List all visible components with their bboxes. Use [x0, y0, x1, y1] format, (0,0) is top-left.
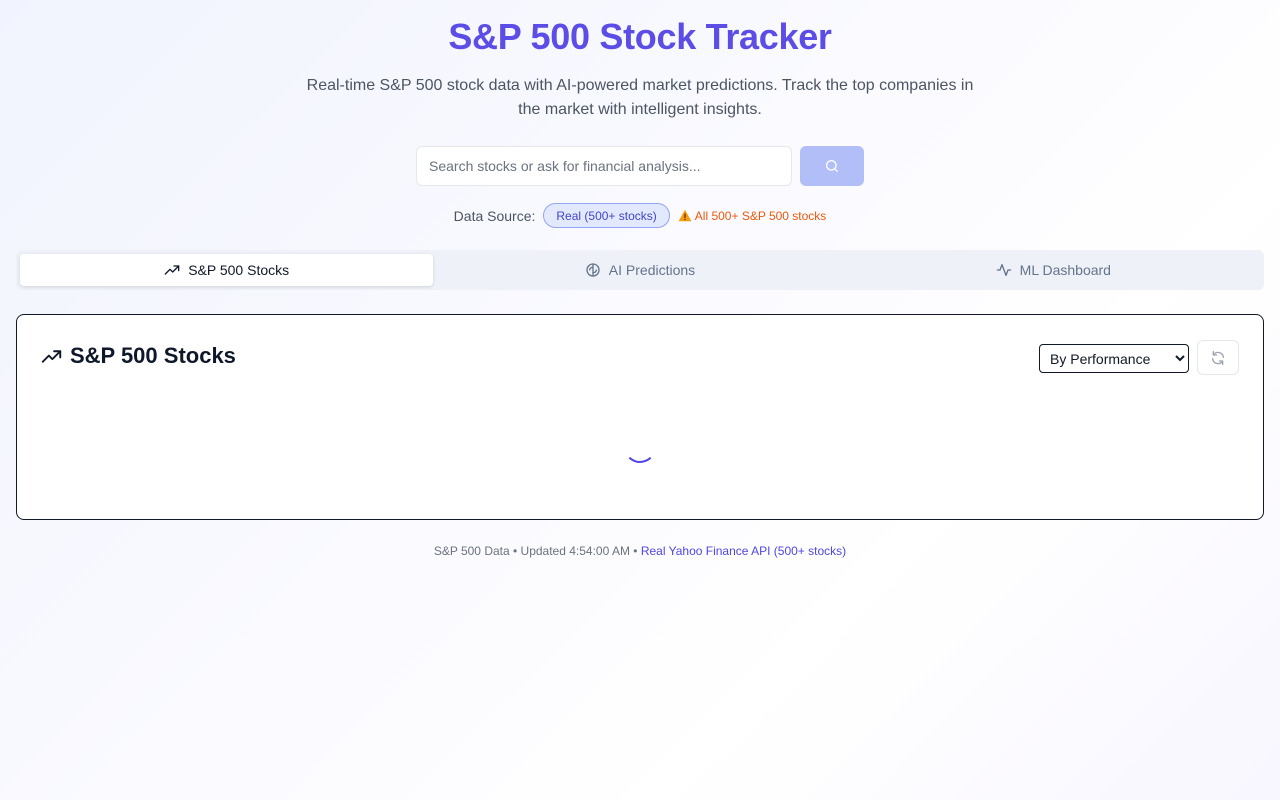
tab-ai-predictions[interactable]: AI Predictions — [433, 254, 846, 286]
warning-icon — [678, 209, 692, 222]
search-icon — [826, 160, 838, 172]
sort-select[interactable]: By Performance — [1039, 344, 1189, 373]
page-title: S&P 500 Stock Tracker — [448, 16, 832, 57]
data-source-note: All 500+ S&P 500 stocks — [678, 208, 827, 223]
brain-icon — [586, 263, 600, 277]
page-subtitle: Real-time S&P 500 stock data with AI-pow… — [306, 77, 974, 118]
data-source-badge[interactable]: Real (500+ stocks) — [543, 203, 670, 228]
refresh-icon — [1212, 350, 1224, 365]
data-source-row: Data Source: Real (500+ stocks) All 500+… — [0, 203, 1280, 228]
tab-sp500-stocks[interactable]: S&P 500 Stocks — [20, 254, 434, 286]
data-source-note-text: All 500+ S&P 500 stocks — [694, 208, 827, 223]
panel-title: S&P 500 Stocks — [41, 343, 236, 369]
trending-up-icon — [164, 265, 180, 275]
search-bar — [0, 146, 1280, 186]
tab-ml-dashboard[interactable]: ML Dashboard — [847, 254, 1260, 286]
footer-data-source-link[interactable]: Real Yahoo Finance API (500+ stocks) — [641, 544, 846, 558]
panel-title-text: S&P 500 Stocks — [70, 343, 236, 368]
page-header: S&P 500 Stock Tracker Real-time S&P 500 … — [0, 0, 1280, 228]
tab-bar: S&P 500 Stocks AI Predictions ML Dashboa… — [16, 250, 1264, 290]
tab-label: S&P 500 Stocks — [188, 262, 290, 278]
footer: S&P 500 Data • Updated 4:54:00 AM • Real… — [0, 544, 1280, 558]
tab-label: AI Predictions — [608, 262, 696, 278]
refresh-button[interactable] — [1197, 340, 1239, 375]
tab-label: ML Dashboard — [1019, 262, 1111, 278]
data-source-label: Data Source: — [453, 207, 536, 224]
search-input[interactable] — [416, 146, 792, 186]
footer-text: S&P 500 Data • Updated 4:54:00 AM • — [433, 544, 641, 558]
loading-spinner — [624, 431, 656, 463]
search-button[interactable] — [800, 146, 864, 186]
stocks-panel: S&P 500 Stocks By Performance — [16, 314, 1264, 520]
trending-up-icon — [41, 349, 62, 363]
activity-icon — [996, 264, 1011, 276]
